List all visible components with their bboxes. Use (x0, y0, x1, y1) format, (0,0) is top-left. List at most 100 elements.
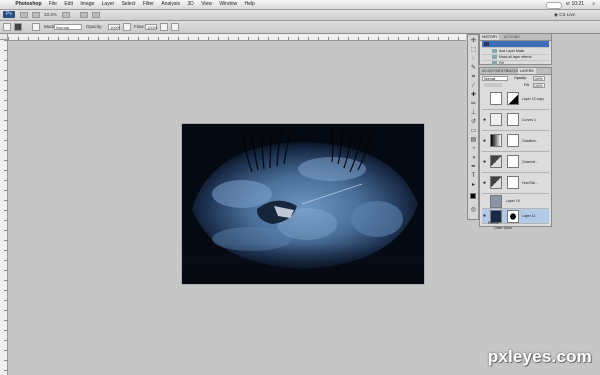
healing-brush-tool-icon[interactable]: ✚ (470, 92, 477, 99)
layer-row[interactable]: Layer 19 (482, 194, 549, 209)
arrange-documents-icon[interactable] (80, 12, 88, 18)
horizontal-ruler[interactable] (8, 34, 466, 41)
layer-mask-thumbnail (507, 92, 519, 105)
tab-history[interactable]: HISTORY (480, 34, 500, 40)
watermark: pxleyes.com (487, 347, 592, 366)
layer-effect-outer-glow: Outer Glow (494, 226, 512, 230)
pen-tool-icon[interactable]: ✒ (470, 164, 477, 171)
marquee-tool-icon[interactable]: ⬚ (470, 47, 477, 54)
channel-mixer-icon (490, 155, 502, 168)
history-item-label: Fill (499, 61, 504, 65)
visibility-eye-icon[interactable]: ● (483, 180, 486, 186)
airbrush-icon[interactable] (160, 23, 168, 31)
menu-image[interactable]: Image (80, 0, 94, 9)
layer-fill-input[interactable]: 100% (533, 83, 545, 88)
opacity-label: Opacity: (86, 24, 103, 29)
layer-mask-thumbnail (507, 210, 519, 223)
layer-row[interactable]: Layer 13 copy (482, 89, 549, 110)
cs-live-icon: ◉ (554, 12, 558, 17)
flow-input[interactable]: 100% (145, 23, 157, 30)
tab-layers[interactable]: LAYERS (518, 68, 536, 74)
opacity-input[interactable]: 100% (108, 23, 120, 30)
menu-app-name[interactable]: Photoshop (15, 0, 41, 9)
dodge-tool-icon[interactable]: ◑ (470, 155, 477, 162)
hand-tool-icon[interactable] (62, 12, 70, 18)
cs-live-button[interactable]: ◉ CS Live (554, 11, 575, 19)
menu-layer[interactable]: Layer (102, 0, 115, 9)
flow-label: Flow: (134, 24, 145, 29)
spotlight-icon[interactable]: ⌕ (592, 0, 595, 9)
menu-3d[interactable]: 3D (187, 0, 193, 9)
history-tabstrip: HISTORY ACTIONS (480, 34, 551, 41)
screen-mode-icon[interactable] (92, 12, 100, 18)
vertical-ruler[interactable] (0, 40, 8, 375)
brush-tool-icon[interactable]: ✏ (470, 101, 477, 108)
gradient-map-icon (490, 134, 502, 147)
visibility-eye-icon[interactable]: ● (483, 213, 486, 219)
foreground-color-swatch[interactable] (470, 193, 476, 199)
pressure-opacity-icon[interactable] (123, 23, 131, 31)
history-step-icon (492, 49, 497, 54)
crop-tool-icon[interactable]: ⌗ (470, 74, 477, 81)
layer-row[interactable]: ● Hue/Sat... (482, 173, 549, 194)
layer-row[interactable]: ● Gradient... (482, 131, 549, 152)
brush-size-icon[interactable] (14, 23, 22, 31)
layer-mask-thumbnail (507, 155, 519, 168)
history-snapshot-row[interactable] (482, 41, 549, 48)
mini-bridge-icon[interactable] (32, 12, 40, 18)
layer-name: Layer 11 (522, 214, 536, 218)
quick-select-tool-icon[interactable]: ✎ (470, 65, 477, 72)
menu-filter[interactable]: Filter (143, 0, 154, 9)
lock-controls[interactable] (484, 83, 502, 87)
layer-opacity-input[interactable]: 100% (533, 76, 545, 81)
application-bar: Ps 33.3% ◉ CS Live (0, 10, 600, 21)
menu-edit[interactable]: Edit (64, 0, 73, 9)
clone-stamp-tool-icon[interactable]: ⊥ (470, 110, 477, 117)
search-input[interactable] (546, 1, 562, 9)
color-swatches[interactable] (470, 193, 479, 202)
history-step-icon (492, 61, 497, 66)
layer-name: Curves 1 (522, 118, 537, 122)
cs-live-label: CS Live (559, 12, 575, 17)
history-brush-tool-icon[interactable]: ↺ (470, 119, 477, 126)
brush-preset-icon[interactable] (3, 23, 11, 31)
bridge-icon[interactable] (20, 12, 28, 18)
gradient-tool-icon[interactable]: ▤ (470, 137, 477, 144)
layer-mask-thumbnail (507, 134, 519, 147)
layer-name: Channel... (522, 160, 538, 164)
layer-row[interactable]: ● Curves 1 (482, 110, 549, 131)
menu-file[interactable]: File (49, 0, 57, 9)
zoom-level[interactable]: 33.3% (44, 12, 57, 18)
eraser-tool-icon[interactable]: ▭ (470, 128, 477, 135)
layer-mask-thumbnail (507, 113, 519, 126)
ps-logo-icon: Ps (3, 11, 15, 18)
eyedropper-tool-icon[interactable]: ⁄ (470, 83, 477, 90)
blur-tool-icon[interactable]: ◔ (470, 146, 477, 153)
blend-mode-select[interactable]: Normal (482, 76, 508, 81)
move-tool-icon[interactable]: ✣ (470, 38, 477, 45)
menu-help[interactable]: Help (245, 0, 255, 9)
type-tool-icon[interactable]: T (470, 173, 477, 180)
hue-saturation-icon (490, 176, 502, 189)
pressure-size-icon[interactable] (171, 23, 179, 31)
layer-fill-label: Fill: (524, 83, 530, 87)
tools-panel: ✣ ⬚ ◌ ✎ ⌗ ⁄ ✚ ✏ ⊥ ↺ ▭ ▤ ◔ ◑ ✒ T ▸ ◎ (467, 34, 479, 220)
menu-view[interactable]: View (201, 0, 212, 9)
menu-analysis[interactable]: Analysis (161, 0, 180, 9)
history-step-icon (492, 55, 497, 60)
history-item[interactable]: Fill (482, 60, 549, 66)
visibility-eye-icon[interactable]: ● (483, 159, 486, 165)
tab-actions[interactable]: ACTIONS (502, 34, 522, 40)
document-canvas[interactable] (182, 124, 424, 284)
lasso-tool-icon[interactable]: ◌ (470, 56, 477, 63)
quick-mask-icon[interactable]: ◎ (470, 207, 477, 214)
visibility-eye-icon[interactable]: ● (483, 138, 486, 144)
brush-panel-toggle-icon[interactable] (32, 23, 40, 31)
path-select-tool-icon[interactable]: ▸ (470, 182, 477, 189)
layer-row[interactable]: ● Channel... (482, 152, 549, 173)
menu-window[interactable]: Window (219, 0, 237, 9)
visibility-eye-icon[interactable]: ● (483, 117, 486, 123)
menu-select[interactable]: Select (122, 0, 136, 9)
layers-tabstrip: ADJUSTMENTS MASKS LAYERS (480, 68, 551, 75)
mode-select[interactable]: Normal (54, 23, 82, 30)
